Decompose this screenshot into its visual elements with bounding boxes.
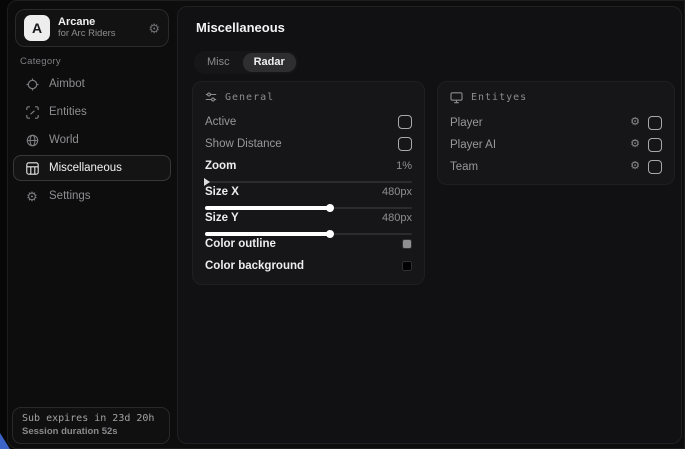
sidebar-item-settings[interactable]: ⚙ Settings — [13, 183, 171, 209]
slider-track — [205, 181, 412, 183]
sidebar-nav: Aimbot Entities World — [13, 71, 171, 209]
brand-card: A Arcane for Arc Riders ⚙ — [15, 9, 169, 47]
player-ai-label: Player AI — [450, 139, 496, 151]
slider-fill — [205, 232, 329, 236]
team-checkbox[interactable] — [648, 160, 662, 174]
player-checkbox[interactable] — [648, 116, 662, 130]
sidebar-item-label: Miscellaneous — [49, 162, 122, 174]
zoom-value: 1% — [396, 160, 412, 172]
team-row: Team ⚙ — [450, 156, 662, 177]
player-row: Player ⚙ — [450, 112, 662, 133]
gear-icon[interactable]: ⚙ — [148, 22, 160, 35]
size-x-row: Size X 480px — [205, 181, 412, 202]
team-label: Team — [450, 161, 478, 173]
color-outline-row: Color outline — [205, 233, 412, 254]
grid-icon — [25, 162, 39, 175]
team-settings-gear-icon[interactable]: ⚙ — [630, 161, 640, 172]
sliders-icon — [205, 91, 217, 103]
slider-thumb[interactable] — [204, 178, 210, 186]
zoom-row: Zoom 1% — [205, 155, 412, 176]
sidebar-item-entities[interactable]: Entities — [13, 99, 171, 125]
entities-panel: Entityes Player ⚙ Player AI ⚙ Team — [437, 81, 675, 185]
sidebar-item-label: Aimbot — [49, 78, 85, 90]
logo-letter: A — [32, 20, 42, 36]
player-ai-row: Player AI ⚙ — [450, 134, 662, 155]
scan-icon — [25, 106, 39, 119]
slider-fill — [205, 206, 329, 210]
team-controls: ⚙ — [630, 160, 662, 174]
color-background-label: Color background — [205, 260, 304, 272]
show-distance-checkbox[interactable] — [398, 137, 412, 151]
category-label: Category — [20, 56, 61, 67]
size-x-value: 480px — [382, 186, 412, 198]
tab-radar[interactable]: Radar — [243, 53, 296, 72]
page-title: Miscellaneous — [196, 20, 285, 35]
tab-misc[interactable]: Misc — [196, 53, 241, 72]
globe-icon — [25, 134, 39, 147]
app-subtitle: for Arc Riders — [58, 29, 140, 40]
tab-bar: Misc Radar — [194, 51, 298, 74]
color-background-swatch[interactable] — [402, 261, 412, 271]
brand-text: Arcane for Arc Riders — [58, 16, 140, 40]
sidebar-item-miscellaneous[interactable]: Miscellaneous — [13, 155, 171, 181]
show-distance-label: Show Distance — [205, 138, 282, 150]
sidebar-item-label: Settings — [49, 190, 91, 202]
color-background-row: Color background — [205, 255, 412, 276]
sidebar-item-world[interactable]: World — [13, 127, 171, 153]
show-distance-row: Show Distance — [205, 133, 412, 154]
active-label: Active — [205, 116, 236, 128]
entities-panel-title: Entityes — [471, 92, 527, 103]
sidebar-item-aimbot[interactable]: Aimbot — [13, 71, 171, 97]
active-checkbox[interactable] — [398, 115, 412, 129]
active-row: Active — [205, 111, 412, 132]
sidebar-item-label: Entities — [49, 106, 87, 118]
player-ai-controls: ⚙ — [630, 138, 662, 152]
size-x-label: Size X — [205, 186, 239, 198]
player-settings-gear-icon[interactable]: ⚙ — [630, 117, 640, 128]
color-outline-label: Color outline — [205, 238, 276, 250]
sidebar: A Arcane for Arc Riders ⚙ Category Aimbo… — [8, 1, 176, 448]
main-panel: Miscellaneous Misc Radar General Active … — [177, 6, 682, 444]
session-duration-text: Session duration 52s — [22, 426, 160, 437]
player-label: Player — [450, 117, 483, 129]
size-y-label: Size Y — [205, 212, 239, 224]
player-controls: ⚙ — [630, 116, 662, 130]
entities-panel-header: Entityes — [450, 91, 662, 104]
sub-expires-text: Sub expires in 23d 20h — [22, 413, 160, 424]
size-y-row: Size Y 480px — [205, 207, 412, 228]
color-outline-swatch[interactable] — [402, 239, 412, 249]
gear-icon: ⚙ — [25, 190, 39, 203]
monitor-icon — [450, 91, 463, 104]
crosshair-icon — [25, 78, 39, 91]
general-panel: General Active Show Distance Zoom 1% Siz… — [192, 81, 425, 285]
subscription-card: Sub expires in 23d 20h Session duration … — [12, 407, 170, 444]
player-ai-settings-gear-icon[interactable]: ⚙ — [630, 139, 640, 150]
app-window: A Arcane for Arc Riders ⚙ Category Aimbo… — [7, 0, 685, 449]
size-y-value: 480px — [382, 212, 412, 224]
general-panel-title: General — [225, 92, 274, 103]
app-title: Arcane — [58, 16, 140, 29]
player-ai-checkbox[interactable] — [648, 138, 662, 152]
zoom-label: Zoom — [205, 160, 236, 172]
sidebar-item-label: World — [49, 134, 79, 146]
general-panel-header: General — [205, 91, 412, 103]
app-logo: A — [24, 15, 50, 41]
